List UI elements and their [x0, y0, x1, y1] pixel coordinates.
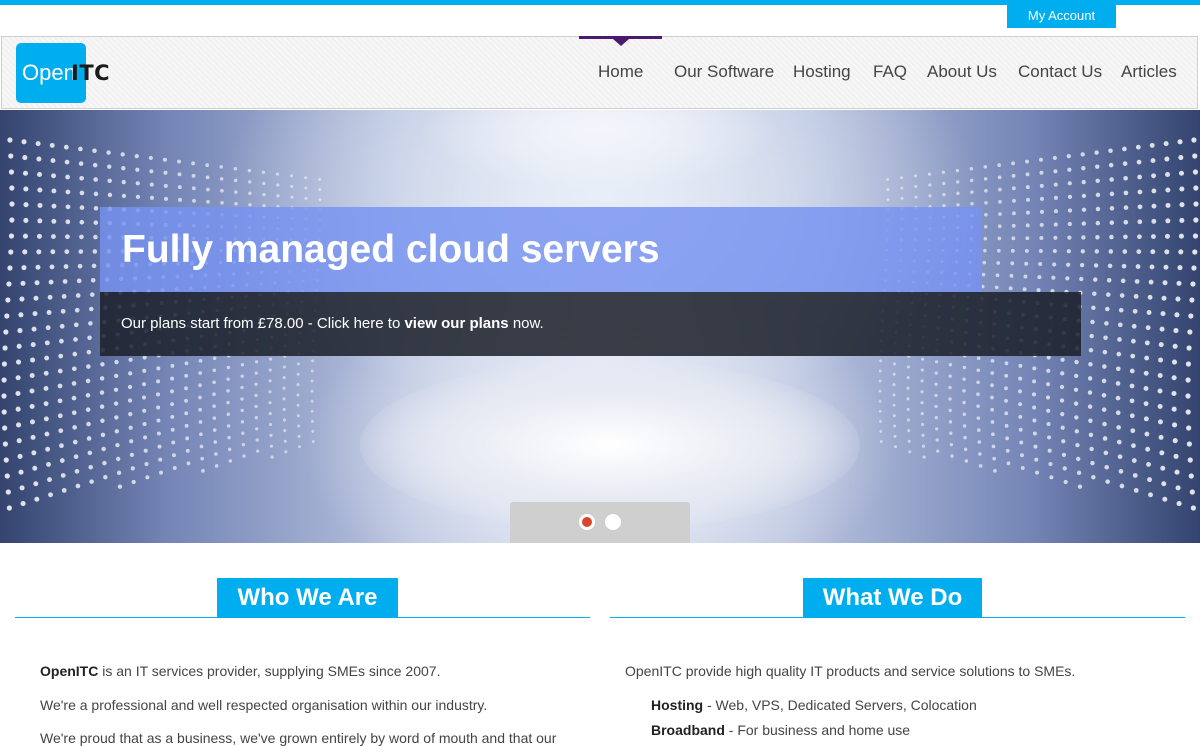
what-item-hosting: Hosting - Web, VPS, Dedicated Servers, C… — [651, 697, 977, 713]
view-plans-link[interactable]: view our plans — [404, 315, 508, 332]
hero-slider: Fully managed cloud servers Our plans st… — [0, 110, 1200, 543]
logo-text: ITC — [71, 61, 111, 85]
what-item-broadband-name[interactable]: Broadband — [651, 722, 725, 738]
what-we-do-heading: What We Do — [803, 578, 982, 618]
nav-item-faq[interactable]: FAQ — [873, 37, 907, 108]
nav-item-articles[interactable]: Articles — [1121, 37, 1177, 108]
hero-title-panel: Fully managed cloud servers — [100, 207, 982, 292]
what-intro: OpenITC provide high quality IT products… — [625, 663, 1076, 679]
nav-item-our-software[interactable]: Our Software — [674, 37, 774, 108]
who-company-name: OpenITC — [40, 663, 99, 679]
slider-pager — [510, 502, 690, 543]
nav-item-home[interactable]: Home — [598, 37, 643, 108]
who-paragraph-2: We're a professional and well respected … — [40, 697, 488, 713]
site-logo[interactable]: Open ITC — [16, 43, 110, 103]
who-paragraph-1: OpenITC is an IT services provider, supp… — [40, 663, 440, 679]
slide-1-dot[interactable] — [579, 514, 595, 530]
what-item-broadband-desc: - For business and home use — [724, 722, 911, 738]
hero-subtitle-prefix: Our plans start from £78.00 - Click here… — [121, 315, 405, 332]
nav-item-contact-us[interactable]: Contact Us — [1018, 37, 1102, 108]
what-item-hosting-name[interactable]: Hosting — [651, 697, 703, 713]
who-paragraph-1-text: is an IT services provider, supplying SM… — [98, 663, 441, 679]
who-paragraph-3: We're proud that as a business, we've gr… — [40, 730, 557, 746]
hero-subtitle-suffix: now. — [508, 315, 544, 332]
site-header: Open ITC Home Our Software Hosting FAQ A… — [1, 36, 1198, 109]
who-we-are-heading: Who We Are — [217, 578, 398, 618]
hero-subtitle-link[interactable]: Our plans start from £78.00 - Click here… — [100, 292, 1081, 356]
hero-title: Fully managed cloud servers — [122, 228, 660, 271]
nav-item-hosting[interactable]: Hosting — [793, 37, 851, 108]
what-item-broadband: Broadband - For business and home use — [651, 722, 910, 738]
nav-item-about-us[interactable]: About Us — [927, 37, 997, 108]
my-account-button[interactable]: My Account — [1007, 5, 1116, 28]
what-item-hosting-desc: - Web, VPS, Dedicated Servers, Colocatio… — [703, 697, 977, 713]
slide-2-dot[interactable] — [605, 514, 621, 530]
